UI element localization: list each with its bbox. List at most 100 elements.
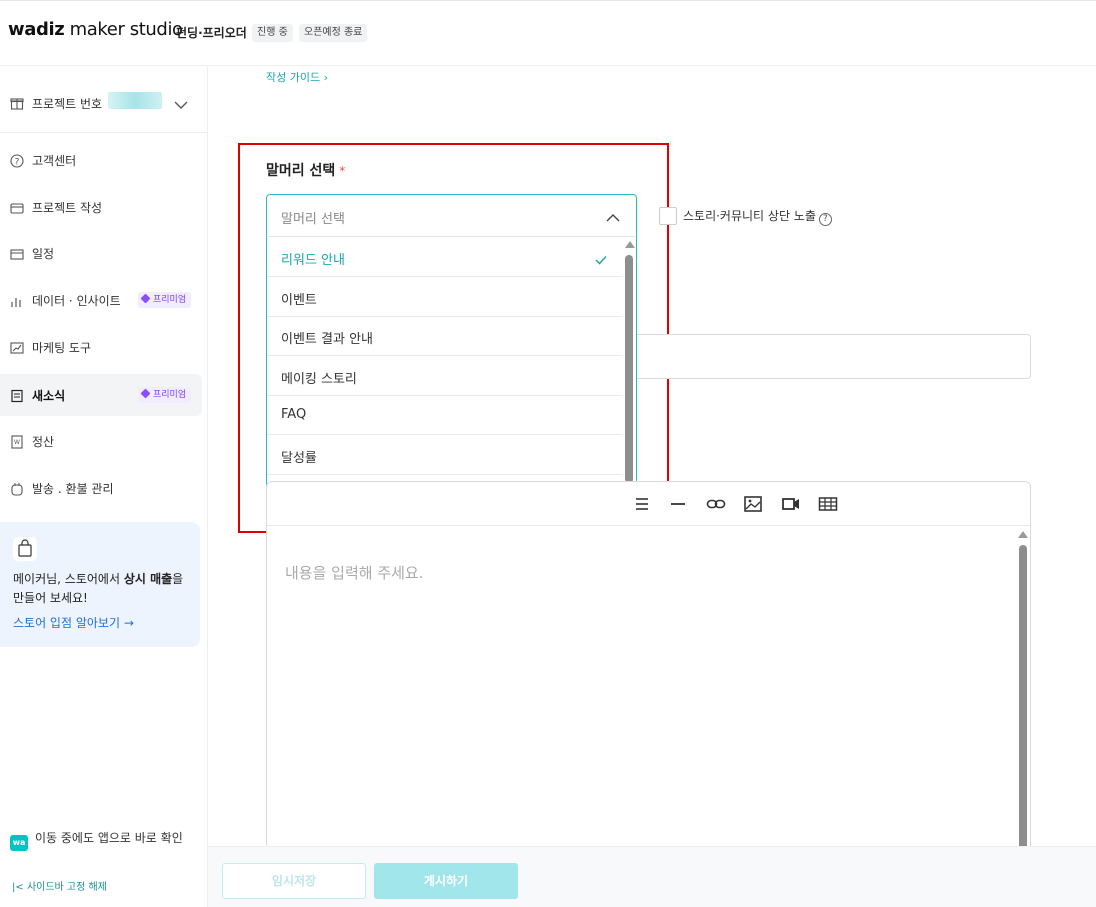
premium-badge-label: 프리미엄 — [153, 390, 187, 400]
editor-scrollbar[interactable] — [1017, 527, 1029, 865]
option-making-story[interactable]: 메이킹 스토리 — [267, 356, 622, 396]
store-entry-link-label: 스토어 입점 알아보기 — [13, 616, 120, 630]
select-placeholder: 말머리 선택 — [281, 212, 345, 227]
logo-brand: wadiz — [8, 19, 65, 40]
top-expose-label: 스토리·커뮤니티 상단 노출 — [683, 209, 816, 223]
table-icon[interactable] — [817, 493, 839, 515]
editor-placeholder: 내용을 입력해 주세요. — [285, 564, 424, 582]
promo-text-prefix: 메이커님, 스토어에서 — [13, 572, 124, 586]
folder-icon — [10, 200, 24, 214]
option-reward-info[interactable]: 리워드 안내 — [267, 237, 622, 277]
content-editor[interactable]: 내용을 입력해 주세요. — [266, 481, 1031, 865]
svg-text:?: ? — [15, 158, 20, 168]
bar-chart-icon — [10, 293, 24, 307]
sidebar-item-label: 마케팅 도구 — [32, 341, 92, 355]
trend-chart-icon — [10, 340, 24, 354]
sidebar-item-schedule[interactable]: 일정 — [0, 232, 202, 274]
store-promo-card: 메이커님, 스토어에서 상시 매출을 만들어 보세요! 스토어 입점 알아보기 … — [0, 522, 200, 647]
shopping-bag-icon — [13, 537, 37, 561]
project-mode: 펀딩·프리오더 — [176, 26, 247, 40]
app-promo[interactable]: wa 이동 중에도 앱으로 바로 확인 — [10, 829, 183, 851]
sidebar: 프로젝트 번호 ? 고객센터 프로젝트 작성 일정 데이터 · 인사이트 프리미… — [0, 67, 208, 907]
wadiz-app-icon: wa — [10, 835, 28, 851]
category-dropdown: 리워드 안내 이벤트 이벤트 결과 안내 메이킹 스토리 FAQ 달성률 기타 — [266, 236, 637, 508]
collapse-sidebar-icon: |< — [12, 882, 24, 893]
list-icon[interactable] — [631, 493, 653, 515]
save-draft-button[interactable]: 임시저장 — [222, 863, 366, 899]
sidebar-item-label: 프로젝트 작성 — [32, 201, 103, 215]
premium-badge: 프리미엄 — [138, 292, 192, 308]
scroll-thumb[interactable] — [1019, 545, 1027, 865]
won-document-icon: W — [10, 434, 24, 449]
video-icon[interactable] — [780, 493, 802, 515]
scroll-thumb[interactable] — [625, 255, 633, 483]
store-entry-link[interactable]: 스토어 입점 알아보기 → — [13, 614, 134, 631]
project-number-redacted — [108, 92, 162, 109]
open-status-chip: 오픈예정 종료 — [299, 24, 368, 42]
chevron-down-icon[interactable] — [174, 95, 188, 114]
project-number-label: 프로젝트 번호 — [32, 97, 103, 111]
option-label: FAQ — [281, 407, 307, 422]
chevron-right-icon: › — [323, 71, 329, 84]
sidebar-item-shipping-refund[interactable]: 발송 . 환불 관리 — [0, 467, 202, 509]
option-achievement[interactable]: 달성률 — [267, 435, 622, 475]
option-label: 메이킹 스토리 — [281, 372, 357, 387]
sidebar-unpin-label: 사이드바 고정 해제 — [26, 882, 107, 893]
scroll-up-icon[interactable] — [625, 241, 635, 248]
calendar-icon — [10, 246, 24, 260]
footer-bar: 임시저장 게시하기 — [208, 846, 1096, 907]
checkbox[interactable] — [659, 207, 677, 225]
sidebar-item-news[interactable]: 새소식 프리미엄 — [0, 374, 202, 416]
diamond-icon — [140, 293, 151, 304]
sidebar-item-settlement[interactable]: W 정산 — [0, 420, 202, 462]
sidebar-unpin-button[interactable]: |< 사이드바 고정 해제 — [12, 878, 107, 893]
premium-badge: 프리미엄 — [138, 387, 192, 403]
editor-toolbar — [267, 482, 1030, 526]
option-label: 리워드 안내 — [281, 253, 345, 268]
sidebar-item-label: 정산 — [32, 435, 55, 449]
link-icon[interactable] — [705, 493, 727, 515]
title-input[interactable] — [637, 334, 1031, 379]
option-event[interactable]: 이벤트 — [267, 277, 622, 317]
scroll-up-icon[interactable] — [1018, 531, 1028, 538]
sidebar-item-label: 데이터 · 인사이트 — [32, 294, 121, 308]
image-icon[interactable] — [742, 493, 764, 515]
help-icon[interactable]: ? — [818, 213, 832, 226]
news-icon — [10, 388, 24, 403]
box-icon — [10, 481, 24, 496]
horizontal-rule-icon[interactable] — [667, 493, 689, 515]
sidebar-item-label: 발송 . 환불 관리 — [32, 482, 114, 496]
top-rule — [0, 0, 1096, 1]
question-circle-icon: ? — [10, 153, 24, 168]
writing-guide-link[interactable]: 작성 가이드 › — [266, 69, 328, 85]
project-selector[interactable]: 프로젝트 번호 — [0, 67, 207, 133]
sidebar-item-data-insight[interactable]: 데이터 · 인사이트 프리미엄 — [0, 279, 202, 321]
writing-guide-label: 작성 가이드 — [266, 71, 321, 84]
promo-text-bold: 상시 매출 — [123, 572, 173, 586]
gift-icon — [10, 95, 24, 114]
sidebar-item-label: 일정 — [32, 247, 55, 261]
check-icon — [594, 251, 608, 270]
wadiz-logo[interactable]: wadiz maker studio — [8, 19, 183, 40]
sidebar-item-project-write[interactable]: 프로젝트 작성 — [0, 186, 202, 228]
required-mark: * — [339, 164, 346, 178]
svg-text:W: W — [14, 439, 20, 446]
field-label: 말머리 선택 * — [266, 160, 345, 180]
sidebar-item-marketing[interactable]: 마케팅 도구 — [0, 326, 202, 368]
app-promo-label: 이동 중에도 앱으로 바로 확인 — [35, 831, 183, 845]
option-faq[interactable]: FAQ — [267, 395, 622, 435]
sidebar-item-label: 새소식 — [32, 389, 66, 403]
dropdown-scrollbar[interactable] — [622, 237, 636, 507]
logo-product: maker studio — [64, 19, 183, 40]
post-button[interactable]: 게시하기 — [374, 863, 518, 899]
category-select[interactable]: 말머리 선택 — [266, 194, 637, 237]
sidebar-item-customer-center[interactable]: ? 고객센터 — [0, 139, 202, 181]
sidebar-item-label: 고객센터 — [32, 154, 77, 168]
option-label: 이벤트 — [281, 293, 317, 308]
option-label: 달성률 — [281, 451, 317, 466]
option-label: 이벤트 결과 안내 — [281, 332, 373, 347]
promo-text: 메이커님, 스토어에서 상시 매출을 만들어 보세요! — [13, 570, 193, 608]
top-expose-checkbox[interactable]: 스토리·커뮤니티 상단 노출? — [659, 207, 832, 226]
chevron-up-icon — [605, 209, 621, 228]
option-event-result[interactable]: 이벤트 결과 안내 — [267, 316, 622, 356]
